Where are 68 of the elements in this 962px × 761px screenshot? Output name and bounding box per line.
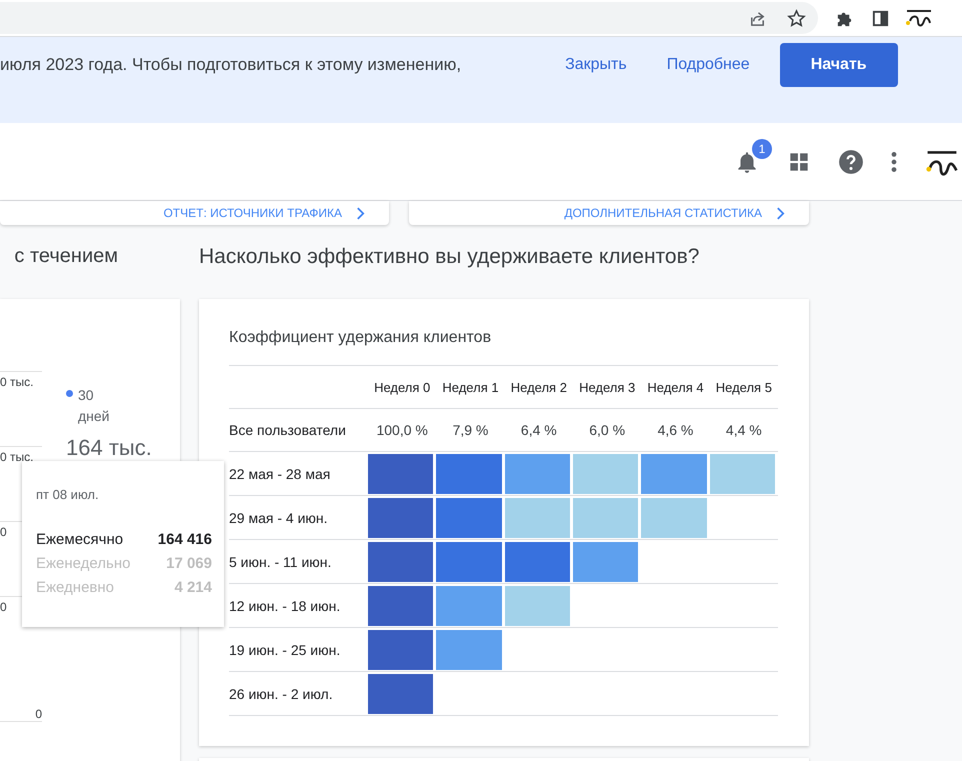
retention-cell[interactable]: [436, 630, 502, 670]
percent-value: 6,4 %: [520, 422, 558, 438]
cohort-label: 19 июн. - 25 июн.: [229, 642, 342, 658]
retention-cell[interactable]: [710, 454, 775, 494]
retention-cell[interactable]: [436, 454, 502, 494]
cohort-label: 26 июн. - 2 июл.: [229, 686, 334, 702]
percent-value: 6,0 %: [588, 422, 626, 438]
percent-value: 100,0 %: [375, 422, 429, 438]
tooltip-row-text: Ежемесячно 164 416: [36, 530, 212, 550]
retention-cell[interactable]: [368, 674, 434, 714]
column-header: Неделя 5: [714, 380, 773, 394]
notification-badge: 1: [752, 138, 772, 158]
retention-cell[interactable]: [436, 498, 502, 538]
tooltip-date: пт 08 июл.: [36, 487, 100, 502]
cohort-label: 12 июн. - 18 июн.: [229, 598, 342, 614]
help-icon[interactable]: [838, 148, 864, 174]
chevron-right-icon: [356, 206, 365, 220]
axis-label: 0: [0, 600, 7, 614]
column-header: Неделя 3: [578, 380, 636, 394]
statistics-card[interactable]: ДОПОЛНИТЕЛЬНАЯ СТАТИСТИКА: [409, 201, 809, 225]
column-header: Неделя 0: [373, 380, 432, 394]
retention-cell[interactable]: [504, 498, 570, 538]
axis-label: 0 тыс.: [0, 450, 34, 464]
retention-cell[interactable]: [504, 542, 570, 582]
retention-cell[interactable]: [573, 454, 638, 494]
retention-cell[interactable]: [368, 498, 434, 538]
retention-cell[interactable]: [641, 454, 707, 494]
tooltip-row-text: Еженедельно 17 069: [36, 554, 212, 574]
retention-cell[interactable]: [504, 586, 570, 626]
tooltip-row-text: Ежедневно 4 214: [36, 578, 212, 598]
retention-cell[interactable]: [368, 542, 434, 582]
side-panel-icon[interactable]: [871, 8, 890, 28]
column-header: Неделя 2: [510, 380, 568, 394]
retention-cell[interactable]: [368, 630, 434, 670]
retention-cell[interactable]: [436, 542, 502, 582]
section-heading: с течением: [13, 245, 118, 269]
retention-cell[interactable]: [504, 454, 570, 494]
retention-cell[interactable]: [573, 542, 638, 582]
legend-value: 164 тыс.: [66, 435, 152, 461]
retention-cell[interactable]: [368, 454, 434, 494]
cohort-label: 29 мая - 4 июн.: [229, 510, 329, 526]
cohort-label: 22 мая - 28 мая: [229, 466, 332, 482]
banner-text: июля 2023 года. Чтобы подготовиться к этому изменению,: [0, 55, 462, 75]
retention-cell[interactable]: [368, 586, 434, 626]
axis-label: 0: [0, 525, 7, 539]
retention-cell[interactable]: [436, 586, 502, 626]
start-button[interactable]: Начать: [780, 43, 898, 87]
retention-cell[interactable]: [641, 498, 707, 538]
percent-value: 4,4 %: [724, 422, 763, 438]
column-header: Неделя 1: [441, 380, 500, 394]
card-title: Коэффициент удержания клиентов: [229, 329, 492, 347]
banner-link[interactable]: Подробнее: [666, 56, 750, 74]
section-heading: Насколько эффективно вы удерживаете клиентов?: [199, 245, 700, 270]
row-label: Все пользователи: [229, 422, 347, 438]
column-header: Неделя 4: [646, 380, 705, 394]
retention-cell[interactable]: [573, 498, 638, 538]
traffic-report-card[interactable]: ОТЧЕТ: ИСТОЧНИКИ ТРАФИКА: [0, 201, 389, 225]
card-link-text[interactable]: ДОПОЛНИТЕЛЬНАЯ СТАТИСТИКА: [564, 206, 762, 220]
axis-label: 0: [35, 707, 42, 721]
legend-label: 30 дней: [78, 386, 111, 426]
star-icon[interactable]: [787, 8, 806, 28]
chevron-right-icon: [776, 206, 785, 220]
percent-value: 7,9 %: [452, 422, 490, 438]
cohort-label: 5 июн. - 11 июн.: [229, 554, 332, 570]
banner-link[interactable]: Закрыть: [565, 56, 627, 74]
percent-value: 4,6 %: [656, 422, 694, 438]
axis-label: 0 тыс.: [0, 375, 34, 389]
card-link-text[interactable]: ОТЧЕТ: ИСТОЧНИКИ ТРАФИКА: [163, 206, 342, 220]
